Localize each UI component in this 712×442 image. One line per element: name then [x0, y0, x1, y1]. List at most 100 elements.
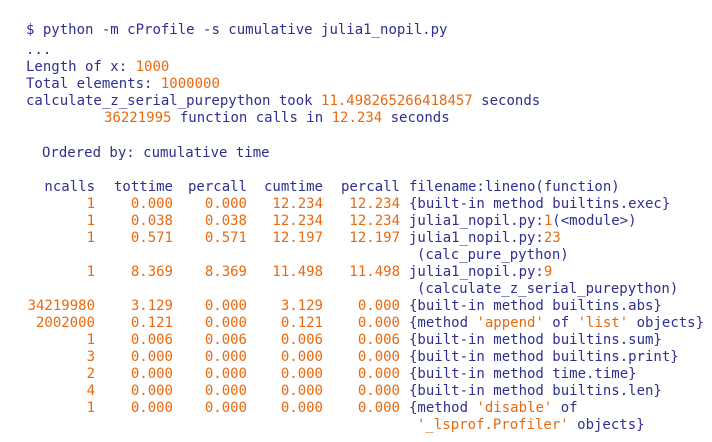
- cell-percall2: 0.000: [357, 298, 400, 314]
- length-line: Length of x: 1000: [26, 59, 169, 76]
- cell-tottime: 0.121: [130, 315, 173, 331]
- cell-tottime: 0.571: [130, 230, 173, 246]
- took-line: calculate_z_serial_purepython took 11.49…: [26, 93, 540, 110]
- cell-tottime: 0.000: [130, 383, 173, 399]
- calls-time: 12.234: [331, 110, 383, 126]
- cell-percall2: 0.000: [357, 400, 400, 416]
- cell-ncalls: 1: [86, 213, 95, 229]
- cell-cumtime: 12.234: [272, 213, 323, 229]
- cell-percall2: 12.234: [349, 213, 400, 229]
- table-row: 3 0.000 0.000 0.000 0.000 {built-in method bu…: [0, 349, 712, 366]
- cell-percall2: 0.000: [357, 315, 400, 331]
- total-value: 1000000: [160, 76, 220, 92]
- cell-percall: 0.000: [204, 383, 247, 399]
- cell-percall: 8.369: [204, 264, 247, 280]
- cell-percall: 0.000: [204, 315, 247, 331]
- cell-cumtime: 0.006: [280, 332, 323, 348]
- cell-percall2: 12.234: [349, 196, 400, 212]
- cell-tottime: 3.129: [130, 298, 173, 314]
- function-continuation: (calculate_z_serial_purepython): [417, 281, 679, 297]
- cell-cumtime: 11.498: [272, 264, 323, 280]
- length-label: Length of x:: [26, 59, 128, 75]
- cell-ncalls: 3: [86, 349, 95, 365]
- cell-ncalls: 2002000: [35, 315, 95, 331]
- calls-mid: function calls in: [179, 110, 324, 126]
- table-row: 4 0.000 0.000 0.000 0.000 {built-in method bu…: [0, 383, 712, 400]
- cell-cumtime: 0.000: [280, 366, 323, 382]
- header-percall-2: percall: [340, 179, 400, 195]
- cell-function: julia1_nopil.py:1(<module>): [409, 213, 637, 229]
- took-prefix: calculate_z_serial_purepython took: [26, 93, 313, 109]
- terminal-output[interactable]: $ python -m cProfile -s cumulative julia…: [0, 0, 712, 442]
- cell-percall2: 0.000: [357, 366, 400, 382]
- table-row: 1 0.000 0.000 12.234 12.234 {built-in method …: [0, 196, 712, 213]
- cell-function: julia1_nopil.py:9: [409, 264, 553, 280]
- cell-ncalls: 1: [86, 332, 95, 348]
- cell-percall: 0.000: [204, 400, 247, 416]
- table-row: 1 0.006 0.006 0.006 0.006 {built-in method bu…: [0, 332, 712, 349]
- cell-function: {method 'append' of 'list' objects}: [409, 315, 705, 331]
- cell-percall: 0.038: [204, 213, 247, 229]
- header-cumtime: cumtime: [263, 179, 323, 195]
- cell-function: julia1_nopil.py:23: [409, 230, 561, 246]
- cell-ncalls: 1: [86, 264, 95, 280]
- table-row: 1 0.038 0.038 12.234 12.234 julia1_nopil.py:1…: [0, 213, 712, 230]
- cell-ncalls: 2: [86, 366, 95, 382]
- cell-percall: 0.000: [204, 298, 247, 314]
- function-continuation: (calc_pure_python): [417, 247, 569, 263]
- cell-cumtime: 0.000: [280, 383, 323, 399]
- command-line: $ python -m cProfile -s cumulative julia…: [26, 22, 447, 39]
- cell-function: {built-in method builtins.exec}: [409, 196, 671, 212]
- cell-tottime: 0.038: [130, 213, 173, 229]
- cell-function: {built-in method builtins.print}: [409, 349, 679, 365]
- length-value: 1000: [135, 59, 170, 75]
- cell-function: {built-in method builtins.sum}: [409, 332, 662, 348]
- cell-ncalls: 1: [86, 230, 95, 246]
- cell-tottime: 0.006: [130, 332, 173, 348]
- total-label: Total elements:: [26, 76, 153, 92]
- cell-percall: 0.000: [204, 349, 247, 365]
- ellipsis-line: ...: [26, 42, 52, 58]
- header-ncalls: ncalls: [44, 179, 95, 195]
- cell-percall: 0.006: [204, 332, 247, 348]
- took-value: 11.498265266418457: [321, 93, 473, 109]
- cell-function: {built-in method builtins.len}: [409, 383, 662, 399]
- cell-percall: 0.000: [204, 366, 247, 382]
- calls-count: 36221995: [104, 110, 172, 126]
- cell-tottime: 8.369: [130, 264, 173, 280]
- cell-cumtime: 3.129: [280, 298, 323, 314]
- cell-cumtime: 0.000: [280, 400, 323, 416]
- cell-cumtime: 12.234: [272, 196, 323, 212]
- function-continuation: '_lsprof.Profiler' objects}: [417, 417, 645, 433]
- cell-percall2: 0.000: [357, 383, 400, 399]
- cell-ncalls: 1: [86, 196, 95, 212]
- cell-percall2: 0.006: [357, 332, 400, 348]
- table-row: 1 0.571 0.571 12.197 12.197 julia1_nopil.py:2…: [0, 230, 712, 247]
- cell-tottime: 0.000: [130, 400, 173, 416]
- cell-percall2: 11.498: [349, 264, 400, 280]
- cell-tottime: 0.000: [130, 349, 173, 365]
- table-header: ncalls tottime percall cumtime percall f…: [0, 179, 712, 196]
- header-percall: percall: [187, 179, 247, 195]
- header-tottime: tottime: [113, 179, 173, 195]
- table-row: 1 8.369 8.369 11.498 11.498 julia1_nopil.py:9: [0, 264, 712, 281]
- cell-cumtime: 12.197: [272, 230, 323, 246]
- cell-ncalls: 4: [86, 383, 95, 399]
- prompt-symbol: $: [26, 22, 35, 38]
- cell-function: {built-in method time.time}: [409, 366, 637, 382]
- table-row: 34219980 3.129 0.000 3.129 0.000 {built-in me…: [0, 298, 712, 315]
- calls-summary-line: 36221995 function calls in 12.234 second…: [104, 110, 450, 127]
- cell-tottime: 0.000: [130, 196, 173, 212]
- cell-function: {built-in method builtins.abs}: [409, 298, 662, 314]
- header-filename: filename:lineno(function): [409, 179, 620, 195]
- cell-percall: 0.571: [204, 230, 247, 246]
- command-text: python -m cProfile -s cumulative julia1_…: [42, 22, 448, 38]
- calls-suffix: seconds: [390, 110, 450, 126]
- cell-cumtime: 0.121: [280, 315, 323, 331]
- took-suffix: seconds: [481, 93, 541, 109]
- cell-percall: 0.000: [204, 196, 247, 212]
- cell-cumtime: 0.000: [280, 349, 323, 365]
- cell-percall2: 0.000: [357, 349, 400, 365]
- table-row: 1 0.000 0.000 0.000 0.000 {method 'disable' o…: [0, 400, 712, 417]
- cell-ncalls: 34219980: [27, 298, 95, 314]
